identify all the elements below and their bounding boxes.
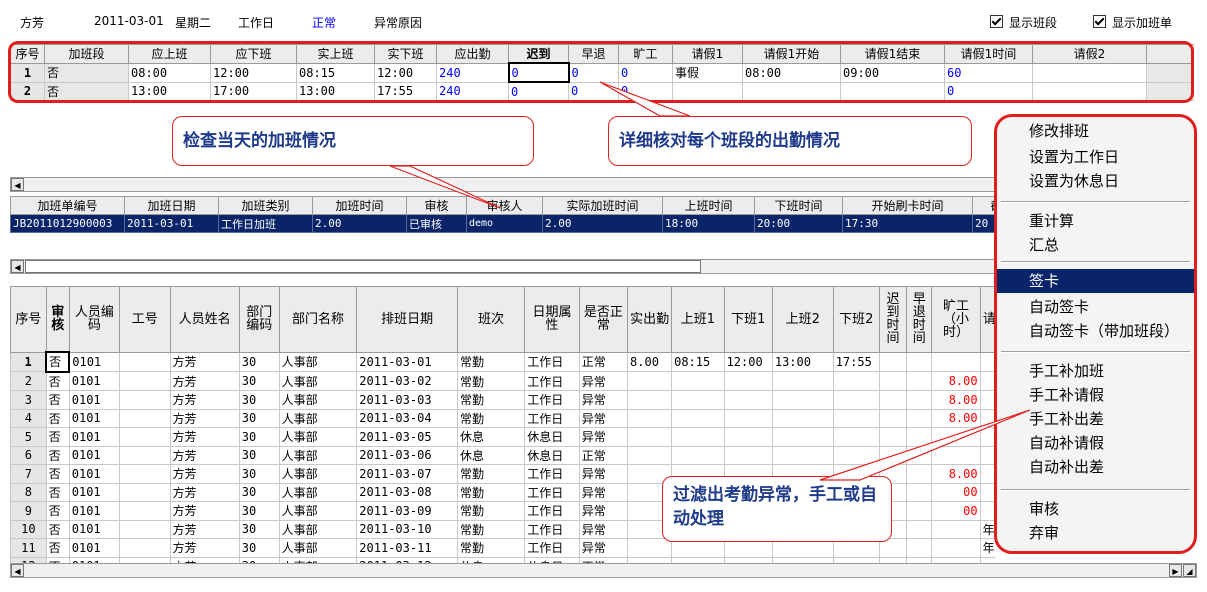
arrow-to-menu — [819, 409, 1031, 481]
arrow-to-shift — [599, 81, 691, 117]
annotation-arrows — [389, 81, 1031, 481]
arrow-to-overtime — [389, 165, 501, 209]
